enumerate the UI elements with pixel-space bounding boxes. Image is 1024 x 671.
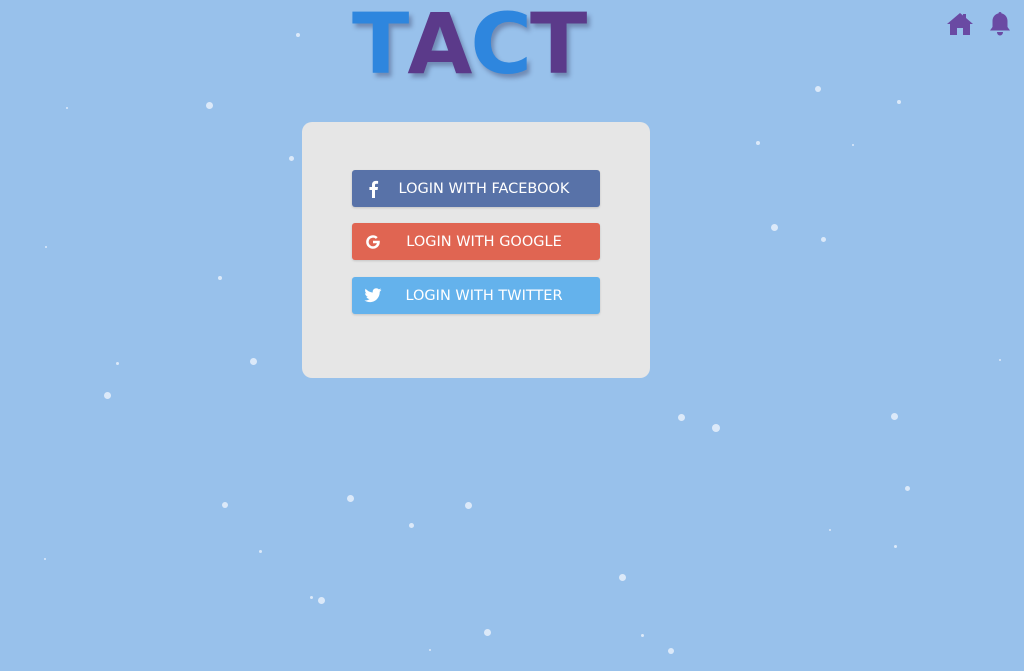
- tact-logo: T A C T: [352, 0, 587, 93]
- twitter-icon: [362, 277, 384, 314]
- snow-dot: [103, 391, 111, 399]
- snow-dot: [429, 649, 431, 651]
- logo-letter-3: C: [470, 0, 532, 93]
- snow-dot: [205, 101, 213, 109]
- snow-dot: [317, 596, 325, 604]
- logo-letter-4: T: [529, 0, 587, 93]
- snow-dot: [893, 544, 897, 548]
- login-twitter-label: LOGIN WITH TWITTER: [405, 287, 563, 304]
- login-google-button[interactable]: LOGIN WITH GOOGLE: [352, 223, 600, 260]
- snow-dot: [640, 633, 644, 637]
- snow-dot: [890, 412, 898, 420]
- snow-dot: [408, 522, 414, 528]
- snow-dot: [897, 100, 901, 104]
- snow-dot: [249, 357, 257, 365]
- snow-dot: [756, 141, 760, 145]
- snow-dot: [815, 86, 821, 92]
- snow-dot: [999, 359, 1001, 361]
- logo-letter-2: A: [407, 0, 472, 93]
- top-right-icons: [946, 10, 1014, 38]
- login-facebook-button[interactable]: LOGIN WITH FACEBOOK: [352, 170, 600, 207]
- snow-dot: [712, 424, 720, 432]
- snow-dot: [44, 558, 46, 560]
- snow-dot: [770, 223, 778, 231]
- snow-dot: [904, 485, 910, 491]
- snow-dot: [829, 529, 831, 531]
- snow-dot: [222, 502, 228, 508]
- snow-dot: [483, 628, 491, 636]
- facebook-icon: [362, 170, 384, 207]
- snow-dot: [346, 494, 354, 502]
- snow-dot: [820, 236, 826, 242]
- login-twitter-button[interactable]: LOGIN WITH TWITTER: [352, 277, 600, 314]
- snow-dot: [464, 501, 472, 509]
- login-facebook-label: LOGIN WITH FACEBOOK: [398, 180, 570, 197]
- google-icon: [362, 223, 384, 260]
- snow-dot: [288, 155, 294, 161]
- snow-dot: [309, 595, 313, 599]
- snow-dot: [45, 246, 47, 248]
- snow-dot: [218, 276, 222, 280]
- login-google-label: LOGIN WITH GOOGLE: [406, 233, 562, 250]
- snow-dot: [677, 413, 685, 421]
- home-icon[interactable]: [946, 10, 974, 38]
- snow-dot: [258, 549, 262, 553]
- snow-dot: [852, 144, 854, 146]
- logo-letter-1: T: [352, 0, 409, 93]
- login-card: LOGIN WITH FACEBOOK LOGIN WITH GOOGLE LO…: [302, 122, 650, 378]
- bell-icon[interactable]: [986, 10, 1014, 38]
- snow-dot: [668, 648, 674, 654]
- snow-dot: [115, 361, 119, 365]
- snow-dot: [618, 573, 626, 581]
- snow-dot: [66, 107, 68, 109]
- snow-dot: [296, 33, 300, 37]
